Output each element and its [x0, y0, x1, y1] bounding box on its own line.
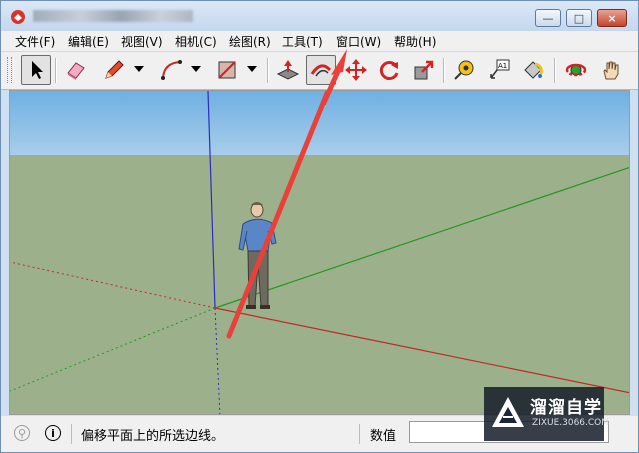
scale-tool-button[interactable] [409, 55, 439, 85]
model-viewport[interactable] [9, 90, 630, 415]
info-icon[interactable]: i [45, 425, 61, 441]
close-button[interactable]: × [597, 9, 627, 27]
tape-measure-icon [454, 60, 474, 80]
toolbar-grip[interactable] [7, 57, 12, 83]
watermark-badge: 溜溜自学 ZIXUE.3066.COM [484, 387, 609, 441]
menu-draw[interactable]: 绘图(R) [229, 33, 271, 50]
select-icon [32, 61, 43, 79]
measurements-label: 数值 [370, 429, 397, 444]
status-separator [359, 424, 360, 444]
watermark-url: ZIXUE.3066.COM [532, 418, 610, 428]
maximize-button[interactable]: □ [566, 9, 592, 27]
select-tool-button[interactable] [21, 55, 51, 85]
scene-canvas[interactable] [10, 91, 630, 415]
menu-view[interactable]: 视图(V) [121, 33, 163, 50]
text-icon: A1 [490, 59, 510, 79]
pencil-dropdown-arrow[interactable] [134, 66, 144, 72]
toolbar-separator [443, 58, 445, 83]
rectangle-icon [218, 61, 236, 79]
title-bar: — □ × [1, 1, 638, 31]
window-title [33, 10, 193, 22]
eraser-tool-button[interactable] [61, 55, 91, 85]
text-tool-button[interactable]: A1 [484, 55, 514, 85]
geo-location-icon[interactable]: ⚲ [14, 425, 30, 441]
arc-dropdown-arrow[interactable] [191, 66, 201, 72]
rotate-icon [379, 61, 399, 80]
push-pull-icon [276, 60, 300, 80]
rotate-tool-button[interactable] [374, 55, 404, 85]
annotation-arrowhead [320, 49, 347, 105]
sketchup-logo-icon [11, 10, 25, 24]
status-separator [71, 424, 72, 444]
status-hint-text: 偏移平面上的所选边线。 [81, 429, 225, 444]
minimize-button[interactable]: — [535, 9, 561, 27]
toolbar-separator [267, 58, 269, 83]
paint-bucket-icon [524, 61, 543, 79]
paint-bucket-tool-button[interactable] [518, 55, 548, 85]
arc-tool-button[interactable] [157, 55, 187, 85]
menu-file[interactable]: 文件(F) [15, 33, 55, 50]
toolbar-separator [554, 58, 556, 83]
rectangle-tool-button[interactable] [212, 55, 242, 85]
eraser-icon [67, 62, 85, 80]
scale-icon [414, 60, 434, 80]
rectangle-dropdown-arrow[interactable] [247, 66, 257, 72]
menu-edit[interactable]: 编辑(E) [68, 33, 109, 50]
push-pull-tool-button[interactable] [273, 55, 303, 85]
arc-icon [161, 60, 182, 80]
pencil-line-icon [105, 60, 124, 79]
watermark-logo-icon [492, 397, 524, 427]
menu-camera[interactable]: 相机(C) [175, 33, 217, 50]
app-window: — □ × 文件(F) 编辑(E) 视图(V) 相机(C) 绘图(R) 工具(T… [0, 0, 639, 453]
orbit-icon [565, 63, 587, 77]
pan-icon [603, 61, 619, 80]
tape-measure-tool-button[interactable] [449, 55, 479, 85]
menu-help[interactable]: 帮助(H) [394, 33, 436, 50]
orbit-tool-button[interactable] [561, 55, 591, 85]
pencil-tool-button[interactable] [99, 55, 129, 85]
watermark-title: 溜溜自学 [530, 398, 602, 418]
toolbar-separator [55, 58, 57, 83]
text-tool-glyph: A1 [498, 62, 507, 70]
ground-plane [10, 155, 629, 414]
pan-tool-button[interactable] [596, 55, 626, 85]
